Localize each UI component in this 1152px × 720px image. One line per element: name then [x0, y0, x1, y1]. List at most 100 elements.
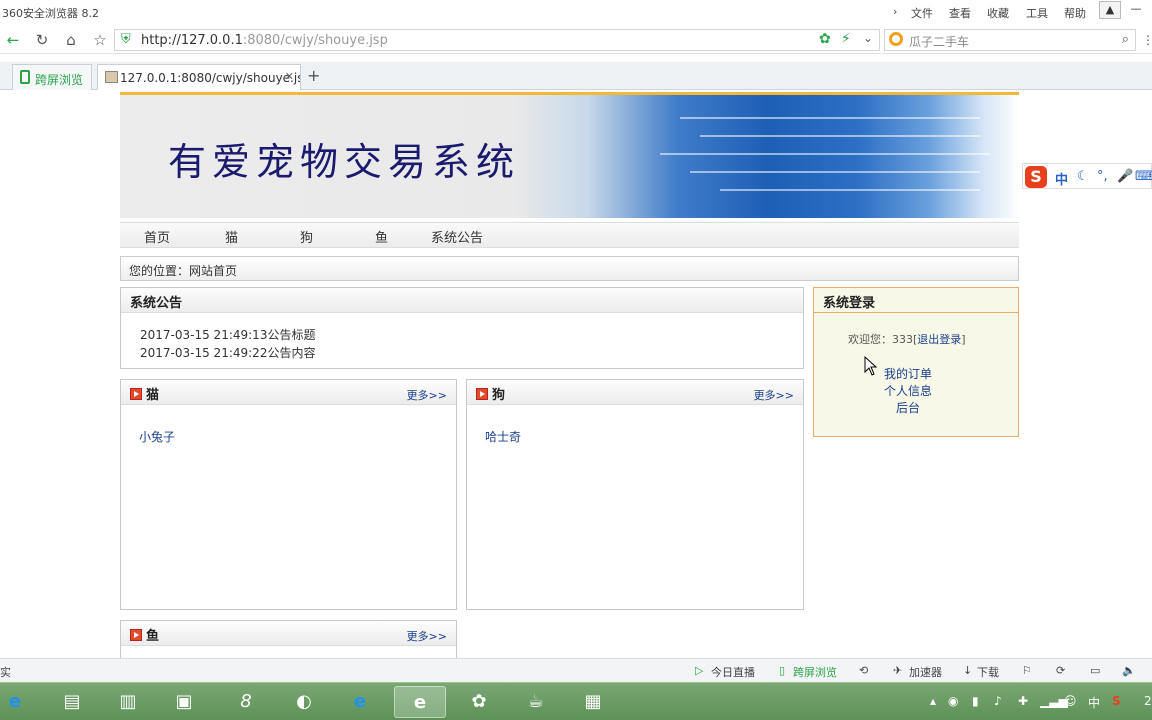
nav-cat[interactable]: 猫: [225, 227, 238, 246]
notice-item[interactable]: 2017-03-15 21:49:13公告标题: [140, 326, 315, 343]
tab-bar: 跨屏浏览 127.0.0.1:8080/cwjy/shouye.js ✕ +: [0, 62, 1152, 90]
dog-more-link[interactable]: 更多>>: [754, 387, 794, 403]
status-accelerator[interactable]: 加速器: [909, 664, 942, 680]
360-browser-icon[interactable]: e: [394, 686, 446, 718]
cat-panel: 猫 更多>> 小兔子: [120, 379, 457, 610]
site-title: 有爱宠物交易系统: [168, 140, 521, 184]
cat-more-link[interactable]: 更多>>: [407, 387, 447, 403]
tray-ime[interactable]: 中: [1088, 694, 1100, 711]
page-favicon-icon: [105, 71, 118, 83]
download-icon: ↓: [963, 664, 973, 677]
url-text[interactable]: http://127.0.0.1:8080/cwjy/shouye.jsp: [141, 33, 388, 48]
ime-mode[interactable]: 中: [1055, 169, 1068, 188]
play-icon: [476, 388, 488, 400]
menu-expand-icon[interactable]: ›: [893, 5, 897, 18]
accelerator-icon: ✈: [893, 664, 903, 677]
tray-sogou-icon[interactable]: S: [1112, 694, 1121, 708]
menu-tools[interactable]: 工具: [1026, 5, 1048, 21]
speed-icon[interactable]: ✿: [819, 31, 831, 47]
logout-link[interactable]: 退出登录: [917, 333, 961, 346]
site-nav: 首页 猫 狗 鱼 系统公告: [120, 222, 1019, 248]
skin-icon[interactable]: ▲: [1099, 1, 1121, 19]
microphone-icon[interactable]: 🎤: [1117, 169, 1133, 184]
favorite-star-icon[interactable]: ☆: [90, 30, 110, 50]
tray-qq-icon[interactable]: ☺: [1064, 694, 1077, 708]
tray-battery-icon[interactable]: ▮: [972, 694, 979, 708]
url-bar[interactable]: ⛨ http://127.0.0.1:8080/cwjy/shouye.jsp …: [114, 29, 880, 51]
menu-favorites[interactable]: 收藏: [987, 5, 1009, 21]
minimize-button[interactable]: —: [1125, 1, 1147, 19]
nav-home[interactable]: 首页: [144, 227, 170, 246]
cat-item-link[interactable]: 小兔子: [139, 428, 175, 445]
nav-notice[interactable]: 系统公告: [431, 227, 483, 246]
red-app-icon[interactable]: ▦: [567, 686, 619, 718]
tab-label: 127.0.0.1:8080/cwjy/shouye.js: [120, 71, 301, 85]
status-live[interactable]: 今日直播: [711, 664, 755, 680]
ie-browser-icon[interactable]: e: [334, 686, 386, 718]
tray-network-icon[interactable]: ◉: [948, 694, 958, 708]
search-input-text[interactable]: 瓜子二手车: [909, 33, 969, 50]
menu-help[interactable]: 帮助: [1064, 5, 1086, 21]
flag-icon[interactable]: ⚐: [1022, 664, 1032, 677]
fish-more-link[interactable]: 更多>>: [407, 628, 447, 644]
notice-panel: 系统公告 2017-03-15 21:49:13公告标题 2017-03-15 …: [120, 287, 804, 369]
profile-link[interactable]: 个人信息: [884, 382, 932, 399]
browser-title: 360安全浏览器 8.2: [2, 7, 99, 20]
moon-icon[interactable]: ☾: [1077, 169, 1089, 184]
tab-cross-screen[interactable]: 跨屏浏览: [12, 64, 92, 90]
tray-360-icon[interactable]: ✚: [1018, 694, 1028, 708]
notice-item[interactable]: 2017-03-15 21:49:22公告内容: [140, 344, 315, 361]
status-download[interactable]: 下载: [977, 664, 999, 680]
security-shield-icon: ⛨: [121, 32, 131, 47]
ime-toolbar[interactable]: S 中 ☾ °, 🎤 ⌨: [1022, 163, 1152, 189]
notepad-app-icon[interactable]: ▤: [46, 686, 98, 718]
volume-icon[interactable]: 🔈: [1122, 664, 1136, 677]
toolbar-overflow-icon[interactable]: ⋮: [1138, 30, 1152, 50]
green-app-icon[interactable]: ◐: [278, 686, 330, 718]
tab-label: 跨屏浏览: [35, 73, 84, 87]
phone-icon: [20, 70, 30, 84]
tray-sound-icon[interactable]: ♪: [994, 694, 1002, 708]
status-cross-screen[interactable]: 跨屏浏览: [793, 664, 837, 680]
back-arrow-icon[interactable]: ←: [3, 30, 23, 50]
browser-title-bar: 360安全浏览器 8.2 › 文件 查看 收藏 工具 帮助 ▲ —: [0, 0, 1152, 24]
keyboard-icon[interactable]: ⌨: [1135, 169, 1152, 184]
admin-link[interactable]: 后台: [896, 399, 920, 416]
status-left-text: 实: [0, 666, 11, 679]
menu-view[interactable]: 查看: [949, 5, 971, 21]
phone-icon: ▯: [779, 664, 786, 677]
java-app-icon[interactable]: ☕: [510, 686, 562, 718]
paw-app-icon[interactable]: ✿: [453, 686, 505, 718]
search-icon[interactable]: ⌕: [1122, 32, 1129, 47]
file-explorer-icon[interactable]: ▣: [158, 686, 210, 718]
site-banner: 有爱宠物交易系统: [120, 92, 1019, 218]
book-app-icon[interactable]: ▥: [102, 686, 154, 718]
cleanup-icon[interactable]: ⟳: [1056, 664, 1065, 677]
refresh-icon[interactable]: ↻: [32, 30, 52, 50]
lightning-icon[interactable]: ⚡: [841, 31, 851, 47]
tab-current-page[interactable]: 127.0.0.1:8080/cwjy/shouye.js ✕: [97, 64, 301, 90]
search-box[interactable]: 瓜子二手车 ⌕: [884, 29, 1136, 51]
my-orders-link[interactable]: 我的订单: [884, 365, 932, 382]
new-tab-button[interactable]: +: [307, 66, 320, 85]
menu-file[interactable]: 文件: [911, 5, 933, 21]
nav-dog[interactable]: 狗: [300, 227, 313, 246]
window-icon[interactable]: ▭: [1090, 664, 1100, 677]
eclipse-app-icon[interactable]: 8: [220, 686, 272, 718]
nav-fish[interactable]: 鱼: [375, 227, 388, 246]
tray-clock[interactable]: 2: [1144, 694, 1152, 708]
dropdown-chevron-icon[interactable]: ⌄: [863, 31, 873, 45]
home-icon[interactable]: ⌂: [61, 30, 81, 50]
dog-panel-header: 狗 更多>>: [467, 380, 803, 405]
tray-expand-icon[interactable]: ▴: [930, 694, 936, 708]
dog-item-link[interactable]: 哈士奇: [485, 428, 521, 445]
punctuation-icon[interactable]: °,: [1097, 169, 1108, 184]
ie-icon[interactable]: e: [0, 686, 30, 718]
dog-panel: 狗 更多>> 哈士奇: [466, 379, 804, 610]
login-panel: 系统登录 欢迎您：333[退出登录] 我的订单 个人信息 后台: [813, 287, 1019, 437]
close-tab-icon[interactable]: ✕: [285, 70, 294, 83]
web-page: 有爱宠物交易系统 首页 猫 狗 鱼 系统公告 您的位置：网站首页 系统公告 20…: [0, 90, 1152, 658]
fish-panel: 鱼 更多>>: [120, 620, 457, 658]
welcome-text: 欢迎您：333[退出登录]: [848, 333, 966, 346]
history-icon[interactable]: ⟲: [859, 664, 868, 677]
